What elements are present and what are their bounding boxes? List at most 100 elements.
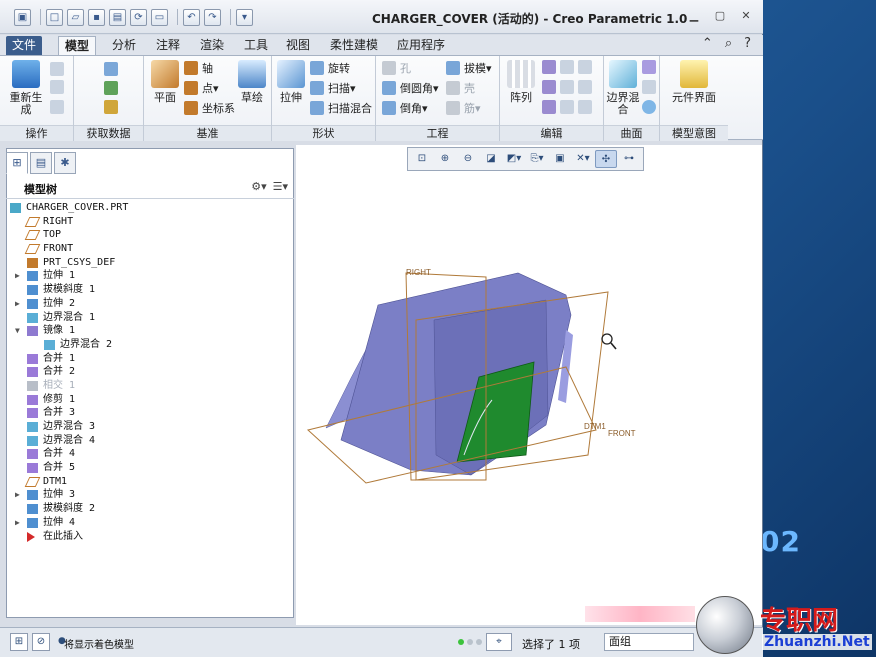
show-browser-icon[interactable]: ⊘ bbox=[32, 633, 50, 651]
tab-annotate[interactable]: 注释 bbox=[150, 36, 186, 55]
tab-view[interactable]: 视图 bbox=[280, 36, 316, 55]
tree-node[interactable]: 边界混合 2 bbox=[8, 338, 292, 352]
selection-filter[interactable]: 面组 bbox=[604, 633, 694, 651]
tree-node[interactable]: PRT_CSYS_DEF bbox=[8, 256, 292, 270]
tab-flexible-modeling[interactable]: 柔性建模 bbox=[324, 36, 384, 55]
maximize-button[interactable]: ▢ bbox=[711, 8, 729, 24]
zoom-out-icon[interactable]: ⊖ bbox=[457, 150, 479, 168]
zoom-in-icon[interactable]: ⊕ bbox=[434, 150, 456, 168]
tree-node[interactable]: 边界混合 4 bbox=[8, 434, 292, 448]
collapse-ribbon-icon[interactable]: ⌃ bbox=[702, 36, 713, 51]
plane-button[interactable]: 平面 bbox=[148, 60, 182, 104]
offset-icon[interactable] bbox=[560, 80, 574, 94]
tree-columns-icon[interactable]: ☰▾ bbox=[273, 180, 288, 193]
help-icon[interactable]: ? bbox=[744, 36, 751, 51]
style-icon[interactable] bbox=[642, 80, 656, 94]
tree-node[interactable]: CHARGER_COVER.PRT bbox=[8, 201, 292, 215]
find-icon[interactable]: ⌖ bbox=[486, 633, 512, 651]
tab-tools[interactable]: 工具 bbox=[238, 36, 274, 55]
tree-node[interactable]: 相交 1 bbox=[8, 379, 292, 393]
delete-icon[interactable] bbox=[50, 100, 64, 114]
tree-node[interactable]: 在此插入 bbox=[8, 530, 292, 544]
tree-node[interactable]: ▶ 拉伸 4 bbox=[8, 516, 292, 530]
fill-icon[interactable] bbox=[642, 60, 656, 74]
hole-button[interactable]: 孔 bbox=[382, 60, 411, 76]
tree-node[interactable]: 合并 4 bbox=[8, 447, 292, 461]
collapse-icon[interactable]: ▼ bbox=[15, 324, 25, 338]
extrude-button[interactable]: 拉伸 bbox=[276, 60, 306, 104]
tree-node[interactable]: 边界混合 1 bbox=[8, 311, 292, 325]
refit-icon[interactable]: ⊡ bbox=[411, 150, 433, 168]
tree-node[interactable]: ▶ 拉伸 3 bbox=[8, 488, 292, 502]
window-icon[interactable]: ▭ bbox=[151, 8, 168, 26]
tab-file[interactable]: 文件 bbox=[6, 36, 43, 55]
favorites-tab-icon[interactable]: ✱ bbox=[54, 152, 76, 174]
csys-button[interactable]: 坐标系 bbox=[184, 100, 235, 116]
tab-render[interactable]: 渲染 bbox=[194, 36, 230, 55]
tree-node[interactable]: 拔模斜度 1 bbox=[8, 283, 292, 297]
group-get-data-label[interactable]: 获取数据 bbox=[74, 125, 143, 141]
regenerate-icon[interactable]: ⟳ bbox=[130, 8, 147, 26]
tree-settings-icon[interactable]: ⚙▾ bbox=[251, 180, 266, 193]
expand-icon[interactable]: ▶ bbox=[15, 488, 25, 502]
group-datum-label[interactable]: 基准 bbox=[144, 125, 271, 141]
annotation-display-icon[interactable]: ⊶ bbox=[618, 150, 640, 168]
close-button[interactable]: ✕ bbox=[737, 8, 755, 24]
tree-node[interactable]: FRONT bbox=[8, 242, 292, 256]
intersect-icon[interactable] bbox=[560, 100, 574, 114]
expand-icon[interactable]: ▶ bbox=[15, 516, 25, 530]
customize-toolbar-icon[interactable]: ▾ bbox=[236, 8, 253, 26]
regenerate-button[interactable]: 重新生成 bbox=[6, 60, 46, 116]
expand-icon[interactable]: ▶ bbox=[15, 297, 25, 311]
round-button[interactable]: 倒圆角 ▾ bbox=[382, 80, 439, 96]
view-manager-icon[interactable]: ▣ bbox=[549, 150, 571, 168]
shell-button[interactable]: 壳 bbox=[446, 80, 475, 96]
group-surfaces-label[interactable]: 曲面 bbox=[604, 125, 659, 141]
tree-node[interactable]: ▼ 镜像 1 bbox=[8, 324, 292, 338]
tree-node[interactable]: 合并 3 bbox=[8, 406, 292, 420]
graphics-viewport[interactable]: RIGHT FRONT DTM1 bbox=[296, 145, 762, 625]
project-icon[interactable] bbox=[578, 60, 592, 74]
minimize-button[interactable]: ▁ bbox=[685, 8, 703, 24]
repaint-icon[interactable]: ◪ bbox=[480, 150, 502, 168]
save-copy-icon[interactable]: ▤ bbox=[109, 8, 126, 26]
user-defined-feature-icon[interactable] bbox=[104, 62, 118, 76]
boundary-blend-button[interactable]: 边界混合 bbox=[606, 60, 640, 116]
rib-button[interactable]: 筋 ▾ bbox=[446, 100, 481, 116]
copy-geometry-icon[interactable] bbox=[104, 81, 118, 95]
tab-analysis[interactable]: 分析 bbox=[106, 36, 142, 55]
chamfer-button[interactable]: 倒角 ▾ bbox=[382, 100, 428, 116]
axis-button[interactable]: 轴 bbox=[184, 60, 213, 76]
saved-orientations-icon[interactable]: ⎘▾ bbox=[526, 150, 548, 168]
tree-node[interactable]: 拔模斜度 2 bbox=[8, 502, 292, 516]
model-tree-tab-icon[interactable]: ⊞ bbox=[6, 152, 28, 174]
draft-button[interactable]: 拔模 ▾ bbox=[446, 60, 492, 76]
point-button[interactable]: 点 ▾ bbox=[184, 80, 219, 96]
shrinkwrap-icon[interactable] bbox=[104, 100, 118, 114]
freestyle-icon[interactable] bbox=[642, 100, 656, 114]
datum-display-icon[interactable]: ✕▾ bbox=[572, 150, 594, 168]
tree-node[interactable]: TOP bbox=[8, 228, 292, 242]
undo-icon[interactable]: ↶ bbox=[183, 8, 200, 26]
copy-icon[interactable] bbox=[50, 62, 64, 76]
extend-icon[interactable] bbox=[560, 60, 574, 74]
solidify-icon[interactable] bbox=[578, 100, 592, 114]
tree-node[interactable]: DTM1 bbox=[8, 475, 292, 489]
merge-icon[interactable] bbox=[542, 80, 556, 94]
display-style-icon[interactable]: ◩▾ bbox=[503, 150, 525, 168]
group-shapes-label[interactable]: 形状 bbox=[272, 125, 375, 141]
show-navigator-icon[interactable]: ⊞ bbox=[10, 633, 28, 651]
tree-node[interactable]: 边界混合 3 bbox=[8, 420, 292, 434]
tree-node[interactable]: ▶ 拉伸 1 bbox=[8, 269, 292, 283]
swept-blend-button[interactable]: 扫描混合 bbox=[310, 100, 372, 116]
save-icon[interactable]: ▪ bbox=[88, 8, 105, 26]
tree-node[interactable]: RIGHT bbox=[8, 215, 292, 229]
tab-applications[interactable]: 应用程序 bbox=[391, 36, 451, 55]
paste-icon[interactable] bbox=[50, 80, 64, 94]
folder-browser-tab-icon[interactable]: ▤ bbox=[30, 152, 52, 174]
model-view[interactable]: RIGHT FRONT DTM1 bbox=[296, 145, 762, 625]
tree-node[interactable]: 合并 2 bbox=[8, 365, 292, 379]
search-icon[interactable]: ⌕ bbox=[725, 36, 732, 51]
tab-model[interactable]: 模型 bbox=[58, 36, 97, 55]
group-operations-label[interactable]: 操作 bbox=[0, 125, 73, 141]
